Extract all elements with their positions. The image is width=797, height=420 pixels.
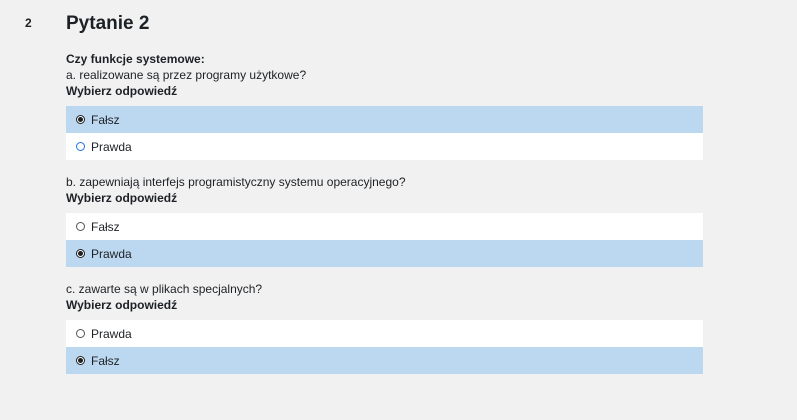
answer-option-prawda[interactable]: Prawda	[66, 133, 703, 160]
answer-option-prawda[interactable]: Prawda	[66, 240, 703, 267]
answer-option-label: Prawda	[91, 246, 132, 261]
radio-button-checked[interactable]	[76, 356, 85, 365]
answer-option-label: Fałsz	[91, 353, 120, 368]
subquestion-text: c. zawarte są w plikach specjalnych?	[66, 282, 263, 296]
question-intro: Czy funkcje systemowe:	[66, 52, 205, 66]
subquestion-text: b. zapewniają interfejs programistyczny …	[66, 175, 406, 189]
answer-options: Prawda Fałsz	[66, 320, 703, 374]
radio-button[interactable]	[76, 222, 85, 231]
radio-button-checked[interactable]	[76, 249, 85, 258]
answer-prompt: Wybierz odpowiedź	[66, 298, 178, 312]
subquestion-a: a. realizowane są przez programy użytkow…	[66, 68, 703, 160]
answer-option-label: Fałsz	[91, 112, 120, 127]
answer-prompt: Wybierz odpowiedź	[66, 84, 178, 98]
subquestion-text: a. realizowane są przez programy użytkow…	[66, 68, 307, 82]
answer-option-label: Fałsz	[91, 219, 120, 234]
radio-button-checked[interactable]	[76, 115, 85, 124]
answer-option-label: Prawda	[91, 139, 132, 154]
question-number: 2	[25, 16, 32, 30]
answer-option-falsz[interactable]: Fałsz	[66, 213, 703, 240]
answer-option-falsz[interactable]: Fałsz	[66, 106, 703, 133]
answer-options: Fałsz Prawda	[66, 106, 703, 160]
subquestion-c: c. zawarte są w plikach specjalnych? Wyb…	[66, 282, 703, 374]
answer-option-falsz[interactable]: Fałsz	[66, 347, 703, 374]
answer-option-label: Prawda	[91, 326, 132, 341]
question-title: Pytanie 2	[66, 13, 150, 34]
subquestion-b: b. zapewniają interfejs programistyczny …	[66, 175, 703, 267]
radio-button[interactable]	[76, 142, 85, 151]
answer-prompt: Wybierz odpowiedź	[66, 191, 178, 205]
question-content: Czy funkcje systemowe: a. realizowane są…	[66, 52, 703, 389]
radio-button[interactable]	[76, 329, 85, 338]
answer-options: Fałsz Prawda	[66, 213, 703, 267]
answer-option-prawda[interactable]: Prawda	[66, 320, 703, 347]
